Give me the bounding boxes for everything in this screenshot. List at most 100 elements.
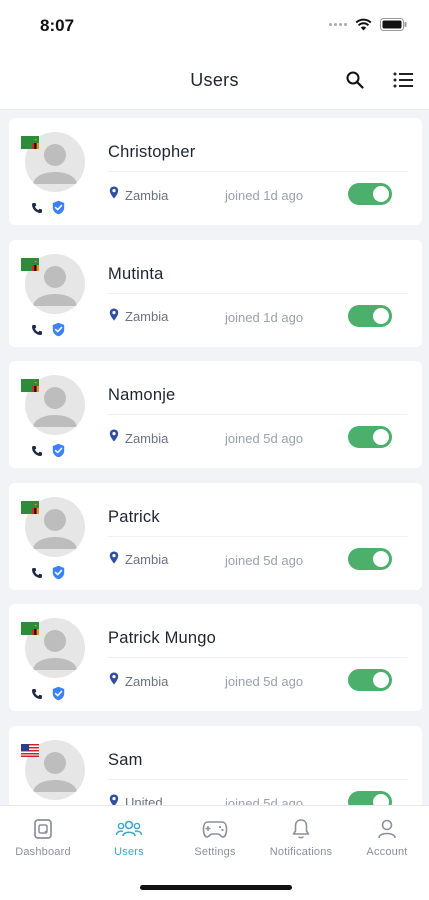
- active-toggle[interactable]: [348, 547, 392, 570]
- user-location: Zambia: [125, 187, 169, 203]
- user-card[interactable]: Namonje Zambia joined 5d ago: [9, 361, 422, 468]
- user-name[interactable]: Sam: [108, 751, 143, 770]
- nav-account[interactable]: Account: [344, 816, 429, 866]
- zambia-flag-icon: [21, 379, 39, 392]
- user-location: Zambia: [125, 673, 169, 689]
- nav-dashboard[interactable]: Dashboard: [0, 816, 86, 866]
- active-toggle[interactable]: [348, 426, 392, 448]
- user-location: Zambia: [125, 309, 169, 324]
- verified-badge-icon: [51, 565, 66, 585]
- contact-icons: [31, 686, 66, 706]
- avatar-container: [21, 739, 85, 802]
- toggle-knob: [373, 550, 389, 567]
- location-row: Zambia: [109, 672, 168, 690]
- location-pin-icon: [109, 429, 119, 447]
- list-view-button[interactable]: [391, 68, 415, 92]
- app-header: Users: [0, 52, 429, 110]
- users-icon: [86, 816, 172, 842]
- zambia-flag-icon: [21, 257, 39, 271]
- location-pin-icon: [109, 186, 119, 204]
- zambia-flag-icon: [21, 622, 39, 635]
- user-location: Zambia: [125, 552, 169, 567]
- user-card[interactable]: Patrick Zambia joined 5d ago: [9, 482, 422, 590]
- joined-date: joined 5d ago: [225, 552, 304, 568]
- toggle-knob: [373, 793, 389, 805]
- user-card[interactable]: Patrick Mungo Zambia joined 5d ago: [9, 604, 422, 711]
- status-icons: [329, 18, 407, 31]
- divider: [108, 171, 408, 172]
- divider: [108, 414, 408, 415]
- verified-badge-icon: [51, 322, 66, 342]
- avatar-container: [21, 496, 85, 559]
- user-location: Zambia: [125, 430, 169, 446]
- status-time: 8:07: [40, 16, 75, 35]
- dashboard-icon: [0, 816, 86, 842]
- user-name[interactable]: Patrick Mungo: [108, 629, 216, 648]
- nav-label-dashboard: Dashboard: [15, 846, 71, 858]
- joined-date: joined 1d ago: [225, 188, 304, 203]
- location-row: Zambia: [109, 186, 168, 204]
- joined-date: joined 5d ago: [225, 795, 304, 806]
- nav-notifications[interactable]: Notifications: [258, 816, 344, 866]
- location-row: Zambia: [109, 551, 168, 569]
- avatar-container: [21, 618, 85, 680]
- home-indicator: [140, 885, 292, 890]
- location-row: Zambia: [109, 429, 168, 447]
- nav-label-notifications: Notifications: [269, 846, 333, 858]
- battery-icon: [380, 18, 407, 31]
- status-bar: 8:07: [0, 0, 429, 52]
- zambia-flag-icon: [21, 136, 39, 149]
- verified-badge-icon: [51, 200, 66, 220]
- account-icon: [344, 816, 429, 842]
- usa-flag-icon: [21, 743, 39, 757]
- verified-badge-icon: [51, 686, 66, 706]
- joined-date: joined 5d ago: [225, 431, 304, 446]
- contact-icons: [31, 200, 66, 220]
- divider: [108, 778, 408, 780]
- nav-label-settings: Settings: [194, 846, 236, 858]
- contact-icons: [31, 322, 66, 342]
- location-pin-icon: [109, 308, 119, 326]
- list-icon: [393, 72, 413, 88]
- phone-icon[interactable]: [31, 323, 43, 341]
- toggle-knob: [373, 429, 389, 445]
- nav-settings[interactable]: Settings: [172, 816, 258, 866]
- user-name[interactable]: Christopher: [108, 143, 196, 162]
- nav-label-users: Users: [114, 846, 144, 858]
- nav-label-account: Account: [366, 846, 408, 858]
- cellular-signal-icon: [329, 23, 347, 26]
- settings-icon: [172, 816, 258, 842]
- location-pin-icon: [109, 551, 119, 569]
- phone-icon[interactable]: [31, 566, 43, 584]
- contact-icons: [31, 443, 66, 463]
- user-name[interactable]: Patrick: [108, 508, 160, 527]
- joined-date: joined 1d ago: [225, 309, 304, 325]
- search-button[interactable]: [343, 68, 367, 92]
- active-toggle[interactable]: [348, 183, 392, 205]
- divider: [108, 535, 408, 537]
- verified-badge-icon: [51, 443, 66, 463]
- location-row: Zambia: [109, 308, 168, 326]
- avatar-container: [21, 253, 85, 316]
- phone-icon[interactable]: [31, 687, 43, 705]
- nav-users[interactable]: Users: [86, 816, 172, 866]
- toggle-knob: [373, 672, 389, 688]
- location-pin-icon: [109, 672, 119, 690]
- active-toggle[interactable]: [348, 669, 392, 691]
- active-toggle[interactable]: [348, 790, 392, 805]
- phone-icon[interactable]: [31, 444, 43, 462]
- divider: [108, 292, 408, 294]
- user-card[interactable]: Sam United joined 5d ago: [9, 725, 422, 806]
- user-list[interactable]: Christopher Zambia joined 1d ago Mutinta Zam…: [0, 110, 429, 805]
- phone-icon[interactable]: [31, 201, 43, 219]
- zambia-flag-icon: [21, 500, 39, 514]
- user-location: United: [125, 795, 163, 805]
- location-row: United: [109, 794, 163, 805]
- toggle-knob: [373, 307, 389, 324]
- user-card[interactable]: Christopher Zambia joined 1d ago: [9, 118, 422, 225]
- user-name[interactable]: Mutinta: [108, 265, 164, 284]
- avatar-container: [21, 375, 85, 437]
- active-toggle[interactable]: [348, 304, 392, 327]
- user-name[interactable]: Namonje: [108, 386, 175, 405]
- user-card[interactable]: Mutinta Zambia joined 1d ago: [9, 239, 422, 347]
